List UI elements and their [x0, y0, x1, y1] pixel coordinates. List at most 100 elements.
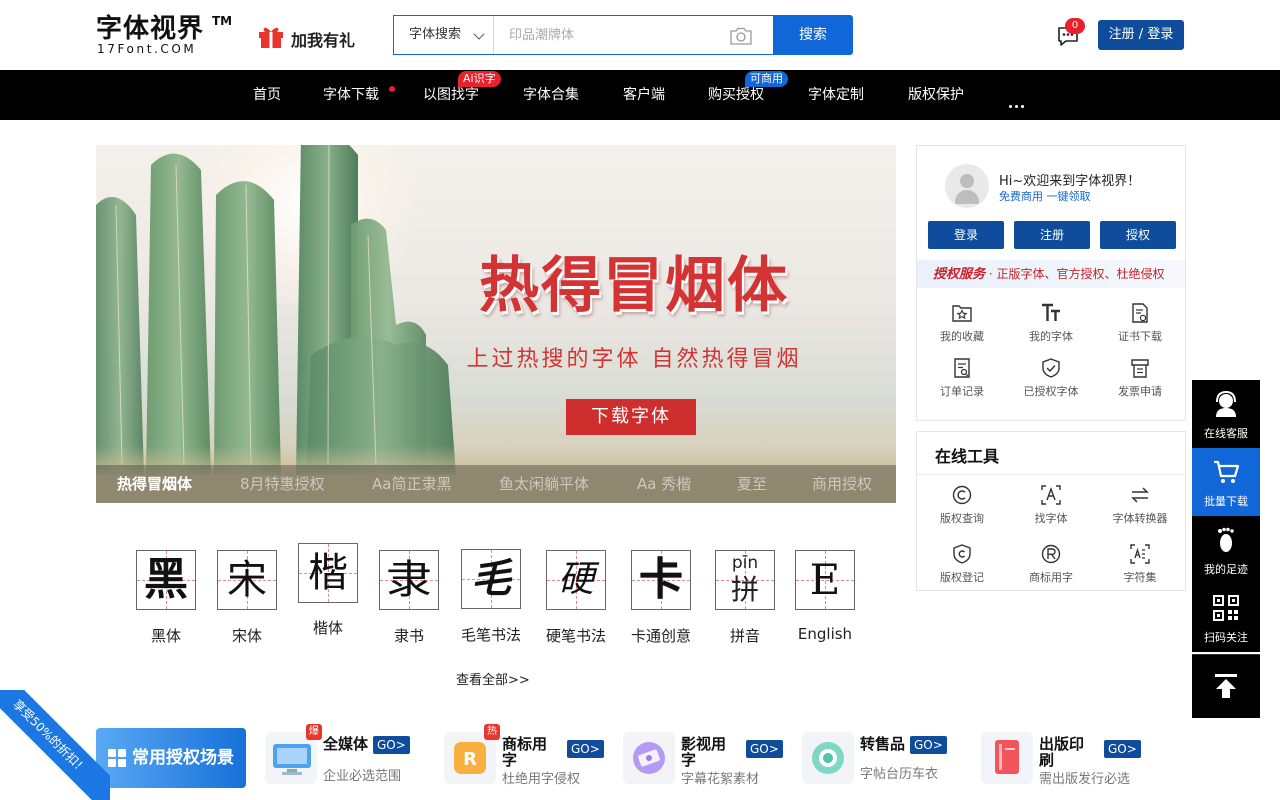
camera-icon[interactable]: [729, 27, 753, 45]
my-favorites[interactable]: 我的收藏: [917, 302, 1007, 348]
category-lishu[interactable]: 隶 隶书: [374, 540, 444, 650]
scenario-publishing[interactable]: 出版印刷 GO> 需出版发行必选: [981, 728, 1151, 792]
side-label: 我的足迹: [1204, 563, 1248, 576]
scenario-film[interactable]: 影视用字 GO> 字幕花絮素材: [623, 728, 793, 792]
category-glyph: 毛: [471, 556, 511, 602]
category-glyph: 隶: [386, 557, 432, 603]
tool-trademark-font[interactable]: 商标用字: [1006, 543, 1096, 589]
my-fonts[interactable]: 我的字体: [1006, 302, 1096, 348]
order-records[interactable]: 订单记录: [917, 357, 1007, 403]
scenario-all-media[interactable]: 爆 全媒体 GO> 企业必选范围: [265, 724, 445, 792]
tool-copyright-register[interactable]: 版权登记: [917, 543, 1007, 589]
free-commercial-link[interactable]: 免费商用 一键领取: [999, 188, 1091, 204]
search-bar: 字体搜索 搜索: [393, 15, 853, 55]
banner-tab[interactable]: 热得冒烟体: [117, 465, 192, 503]
nav-item-client[interactable]: 客户端: [623, 70, 665, 120]
common-license-scenarios[interactable]: 常用授权场景: [96, 728, 246, 788]
copyright-icon: [952, 485, 972, 505]
banner-tab[interactable]: Aa 秀楷: [637, 465, 691, 503]
main-nav: 首页 字体下载 以图找字 Ai识字 字体合集 客户端 购买授权 可商用 字体定制…: [0, 70, 1280, 120]
category-cartoon[interactable]: 卡 卡通创意: [626, 540, 696, 650]
tool-charset[interactable]: 字符集: [1095, 543, 1185, 589]
register-button[interactable]: 注册: [1014, 221, 1090, 249]
search-button[interactable]: 搜索: [773, 15, 853, 55]
auth-service-strip[interactable]: 授权服务 · 正版字体、官方授权、杜绝侵权: [917, 260, 1185, 288]
category-glyph: 拼: [730, 573, 759, 606]
discount-ribbon[interactable]: 享受50%的折扣！: [0, 690, 110, 800]
category-pen-calligraphy[interactable]: 硬 硬笔书法: [541, 540, 611, 650]
category-glyph: 宋: [227, 557, 267, 603]
nav-item-collections[interactable]: 字体合集: [523, 70, 579, 120]
arrow-up-small-icon: [14, 776, 22, 782]
certificate-icon: [1132, 303, 1148, 323]
see-all-link[interactable]: 查看全部>>: [456, 669, 530, 688]
tool-label: 字符集: [1123, 571, 1157, 584]
scenario-subtitle: 字幕花絮素材: [681, 772, 760, 787]
login-button[interactable]: 登录: [928, 221, 1004, 249]
nav-item-copyright[interactable]: 版权保护: [908, 70, 964, 120]
licensed-fonts[interactable]: 已授权字体: [1006, 357, 1096, 403]
nav-item-custom-font[interactable]: 字体定制: [808, 70, 864, 120]
arrow-up-icon: [1215, 674, 1237, 698]
category-label: 隶书: [393, 627, 424, 645]
convert-icon: [1131, 487, 1149, 503]
scenario-resale[interactable]: 转售品 GO> 字帖台历车衣: [802, 728, 972, 792]
category-brush-calligraphy[interactable]: 毛 毛笔书法: [456, 540, 526, 650]
category-label: English: [797, 625, 853, 643]
avatar[interactable]: [945, 164, 989, 208]
tool-label: 版权登记: [940, 571, 984, 584]
search-input[interactable]: [495, 16, 725, 54]
logo-sub-text: 17Font.COM: [97, 42, 197, 56]
category-pinyin[interactable]: pīn 拼 拼音: [710, 540, 780, 650]
category-songti[interactable]: 宋 宋体: [212, 540, 282, 650]
scan-follow-button[interactable]: 扫码关注: [1192, 584, 1260, 652]
go-button[interactable]: GO>: [567, 740, 604, 758]
banner-tab[interactable]: 商用授权: [812, 465, 872, 503]
tool-label: 版权查询: [940, 512, 984, 525]
batch-download-button[interactable]: 批量下载: [1192, 448, 1260, 516]
category-glyph-box: 隶: [379, 550, 439, 610]
invoice-request[interactable]: 发票申请: [1095, 357, 1185, 403]
nav-item-home[interactable]: 首页: [253, 70, 281, 120]
scenario-title: 转售品: [860, 735, 906, 753]
cart-icon: [1214, 460, 1240, 483]
scenario-main-label: 常用授权场景: [132, 748, 234, 768]
footprint-icon: [1218, 527, 1234, 552]
back-to-top-button[interactable]: [1192, 654, 1260, 718]
license-button[interactable]: 授权: [1100, 221, 1176, 249]
category-english[interactable]: E English: [790, 540, 860, 650]
search-type-select[interactable]: 字体搜索: [394, 16, 494, 54]
site-logo[interactable]: 字体视界 TM 17Font.COM: [96, 14, 236, 58]
side-label: 扫码关注: [1204, 631, 1248, 644]
banner-tab[interactable]: 鱼太闲躺平体: [499, 465, 589, 503]
scenario-trademark[interactable]: R 热 商标用字 GO> 杜绝用字侵权: [444, 724, 614, 792]
tool-font-converter[interactable]: 字体转换器: [1095, 484, 1185, 530]
scenario-subtitle: 字帖台历车衣: [860, 767, 939, 782]
category-glyph-box: E: [795, 550, 855, 610]
font-tt-icon: [1042, 303, 1060, 321]
certificate-download[interactable]: 证书下载: [1095, 302, 1185, 348]
category-glyph-box: 毛: [461, 549, 521, 609]
logo-main-text: 字体视界: [96, 14, 205, 44]
register-login-button[interactable]: 注册 / 登录: [1098, 20, 1184, 50]
category-kaiti[interactable]: 楷 楷体: [293, 540, 363, 650]
go-button[interactable]: GO>: [746, 740, 783, 758]
tool-copyright-query[interactable]: 版权查询: [917, 484, 1007, 530]
tool-find-font[interactable]: 找字体: [1006, 484, 1096, 530]
banner-tab[interactable]: 8月特惠授权: [240, 465, 325, 503]
go-button[interactable]: GO>: [373, 736, 410, 754]
go-button[interactable]: GO>: [1104, 740, 1141, 758]
online-service-button[interactable]: 在线客服: [1192, 380, 1260, 448]
svg-text:R: R: [463, 749, 477, 770]
banner-download-button[interactable]: 下载字体: [566, 399, 696, 435]
ai-tag-badge: Ai识字: [458, 71, 501, 87]
nav-item-font-download[interactable]: 字体下载: [323, 70, 379, 120]
category-heiti[interactable]: 黑 黑体: [131, 540, 201, 650]
banner-tab[interactable]: 夏至: [737, 465, 767, 503]
hero-banner[interactable]: 热得冒烟体 上过热搜的字体 自然热得冒烟 下载字体 热得冒烟体 8月特惠授权 A…: [96, 145, 896, 503]
scenario-subtitle: 杜绝用字侵权: [502, 772, 581, 787]
go-button[interactable]: GO>: [910, 736, 947, 754]
my-footprint-button[interactable]: 我的足迹: [1192, 516, 1260, 584]
banner-tab[interactable]: Aa简正隶黑: [372, 465, 451, 503]
more-dots-icon[interactable]: [1009, 93, 1027, 112]
